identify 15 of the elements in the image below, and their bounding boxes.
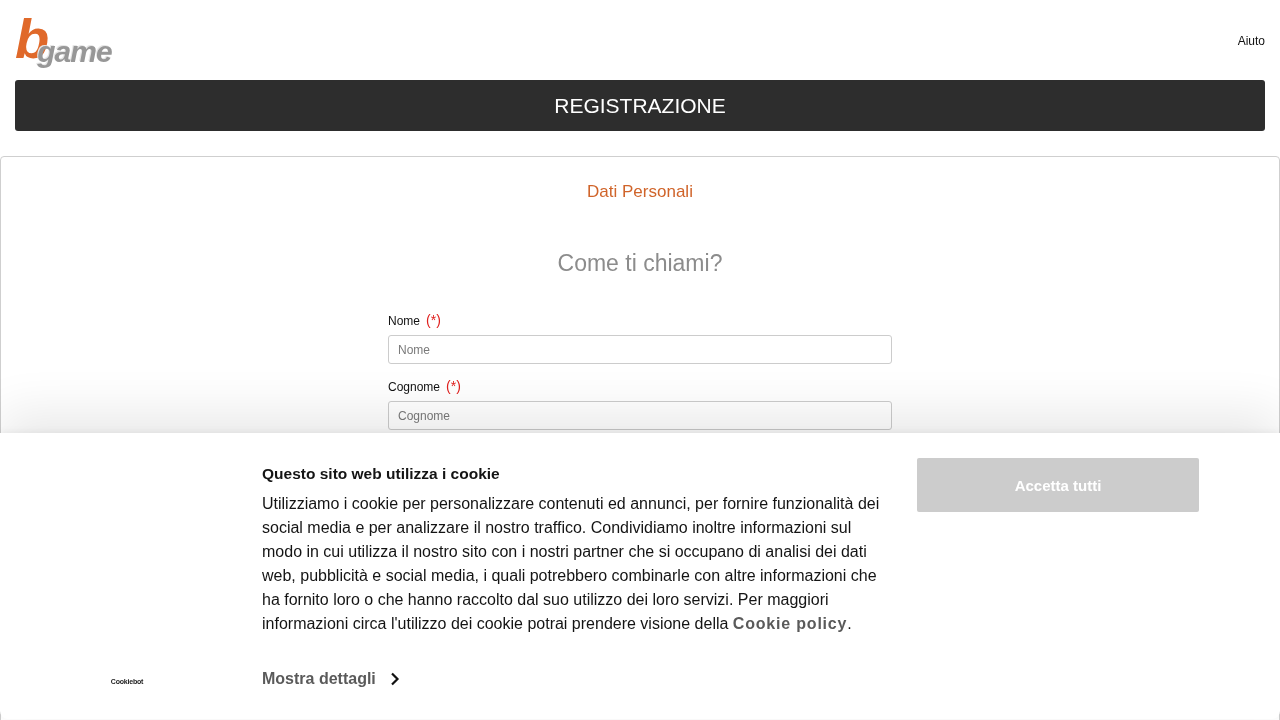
input-field[interactable]: Nome <box>388 335 892 364</box>
chevron-right-icon <box>389 672 400 686</box>
field-label: Cognome <box>388 380 441 394</box>
cookie-policy-link[interactable]: Cookie policy <box>732 615 848 632</box>
form-question: Come ti chiami? <box>557 250 723 277</box>
required-mark: (*) <box>426 312 441 328</box>
input-field[interactable]: Cognome <box>388 401 892 430</box>
page-title: REGISTRAZIONE <box>554 93 726 118</box>
field-label: Nome <box>388 314 420 328</box>
show-details-link[interactable]: Mostra dettagli <box>262 670 400 688</box>
cookie-title: Questo sito web utilizza i cookie <box>262 465 501 483</box>
cookie-notice-text: Utilizziamo i cookie per personalizzare contenuti ed annunci, per fornire funzionalità dei social media e per analizzare il nostro traffico. Condividiamo inoltre informazioni sul modo in cui utilizza il nostro sito con i nostri partner che si occupano di analisi dei dati web, pubblicità e social media, i quali potrebbero combinarle con altre informazioni che ha fornito loro o che hanno raccolto dal suo utilizzo dei loro servizi. Per maggiori informazioni circa l'utilizzo dei cookie potrai prendere visione della Cookie policy. <box>262 494 881 634</box>
required-mark: (*) <box>446 378 461 394</box>
section-title: Dati Personali <box>587 182 693 202</box>
help-link[interactable]: Aiuto <box>1237 34 1265 48</box>
